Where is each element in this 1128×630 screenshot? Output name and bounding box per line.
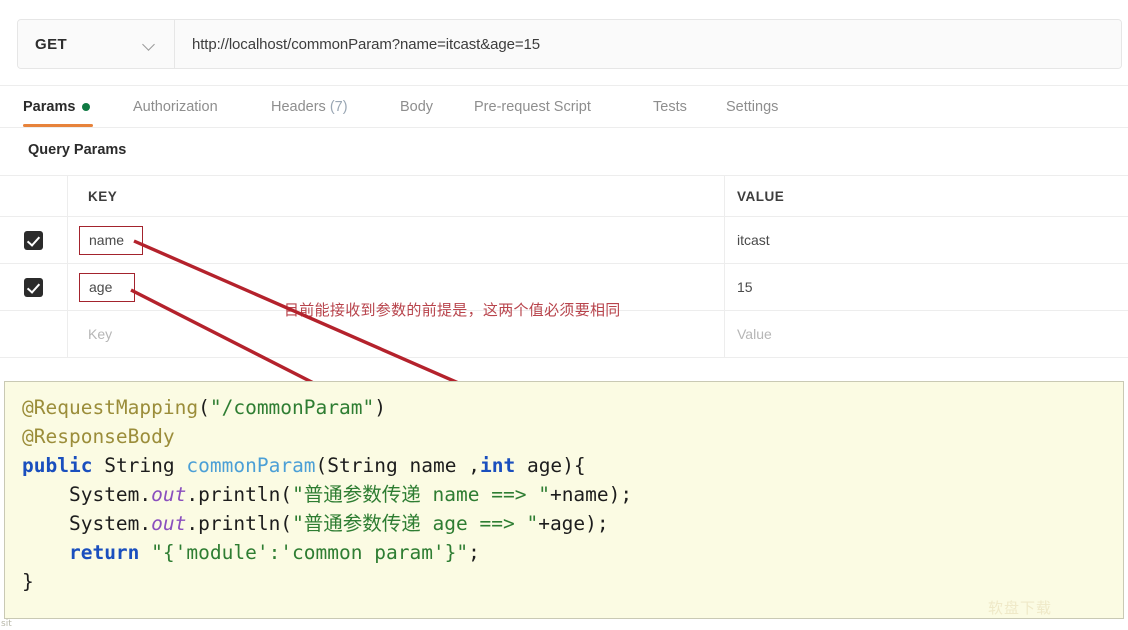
url-text: http://localhost/commonParam?name=itcast… xyxy=(192,35,540,53)
param-key-name[interactable]: name xyxy=(79,225,143,255)
row-key-cell-name[interactable]: name xyxy=(68,217,725,263)
code-string-age-msg: "普通参数传递 age ==> " xyxy=(292,512,539,535)
code-annotation-request-mapping: @RequestMapping xyxy=(22,396,199,419)
active-tab-indicator xyxy=(23,124,93,127)
chevron-down-icon xyxy=(143,40,156,48)
request-bar: GET http://localhost/commonParam?name=it… xyxy=(0,0,1128,86)
tab-headers-label: Headers xyxy=(271,99,326,115)
row-checkbox-cell-age[interactable] xyxy=(0,264,68,310)
checkbox-age-checked[interactable] xyxy=(24,277,43,297)
url-input[interactable]: http://localhost/commonParam?name=itcast… xyxy=(175,20,1121,68)
tab-params-label: Params xyxy=(23,99,76,115)
column-header-value: VALUE xyxy=(737,188,785,204)
code-field-out: out xyxy=(151,483,187,506)
table-header-row: KEY VALUE xyxy=(0,176,1128,217)
param-key-age[interactable]: age xyxy=(79,272,135,302)
code-closing-brace: } xyxy=(22,570,34,593)
method-url-group: GET http://localhost/commonParam?name=it… xyxy=(17,19,1122,69)
param-value-age[interactable]: 15 xyxy=(737,279,753,295)
row-value-cell-age[interactable]: 15 xyxy=(725,264,1128,310)
header-cell-value: VALUE xyxy=(725,176,1128,216)
table-row: name itcast xyxy=(0,217,1128,264)
row-checkbox-cell-empty[interactable] xyxy=(0,311,68,357)
code-type-string-param: String xyxy=(327,454,398,477)
code-keyword-int: int xyxy=(479,454,516,477)
tab-body[interactable]: Body xyxy=(400,86,433,128)
tab-pre-request-script-label: Pre-request Script xyxy=(474,99,591,115)
tab-headers-count: (7) xyxy=(329,99,348,115)
tab-tests[interactable]: Tests xyxy=(653,86,687,128)
java-code-panel: @RequestMapping("/commonParam") @Respons… xyxy=(4,381,1124,619)
code-keyword-return: return xyxy=(68,541,140,564)
tab-authorization-label: Authorization xyxy=(133,99,218,115)
tab-settings[interactable]: Settings xyxy=(726,86,778,128)
code-string-return-value: "{'module':'common param'}" xyxy=(151,541,469,564)
row-checkbox-cell-name[interactable] xyxy=(0,217,68,263)
code-string-mapping-path: "/commonParam" xyxy=(209,396,375,419)
corner-artifact-text: sit xyxy=(1,619,12,629)
param-key-placeholder[interactable]: Key xyxy=(79,326,112,342)
code-method-name: commonParam xyxy=(186,454,316,477)
query-params-table: KEY VALUE name itcast age 15 Key Value xyxy=(0,175,1128,358)
tab-body-label: Body xyxy=(400,99,434,115)
http-method-dropdown[interactable]: GET xyxy=(18,20,175,68)
header-cell-checkbox xyxy=(0,176,68,216)
query-params-title: Query Params xyxy=(28,142,127,158)
code-type-string-return: String xyxy=(104,454,175,477)
code-keyword-public: public xyxy=(22,454,93,477)
tab-params[interactable]: Params xyxy=(23,86,91,128)
param-value-name[interactable]: itcast xyxy=(737,232,770,248)
watermark-text: 软盘下载 xyxy=(988,599,1053,617)
annotation-note-text: 目前能接收到参数的前提是，这两个值必须要相同 xyxy=(284,301,621,319)
code-annotation-response-body: @ResponseBody xyxy=(22,425,175,448)
row-value-cell-empty[interactable]: Value xyxy=(725,311,1128,357)
request-tabs: Params Authorization Headers (7) Body Pr… xyxy=(0,86,1128,128)
code-string-name-msg: "普通参数传递 name ==> " xyxy=(292,483,550,506)
param-value-placeholder[interactable]: Value xyxy=(737,326,772,342)
code-field-out: out xyxy=(151,512,187,535)
tab-authorization[interactable]: Authorization xyxy=(133,86,218,128)
tab-tests-label: Tests xyxy=(653,99,687,115)
code-param-age: age xyxy=(526,454,563,477)
java-code-text: @RequestMapping("/commonParam") @Respons… xyxy=(22,396,633,593)
tab-headers[interactable]: Headers (7) xyxy=(271,86,348,128)
tab-pre-request-script[interactable]: Pre-request Script xyxy=(474,86,591,128)
http-method-label: GET xyxy=(35,35,68,53)
code-param-name: name xyxy=(409,454,457,477)
column-header-key: KEY xyxy=(88,188,118,204)
checkbox-name-checked[interactable] xyxy=(24,230,43,250)
row-value-cell-name[interactable]: itcast xyxy=(725,217,1128,263)
header-cell-key: KEY xyxy=(68,176,725,216)
tab-settings-label: Settings xyxy=(726,99,779,115)
params-modified-dot-icon xyxy=(82,103,91,111)
